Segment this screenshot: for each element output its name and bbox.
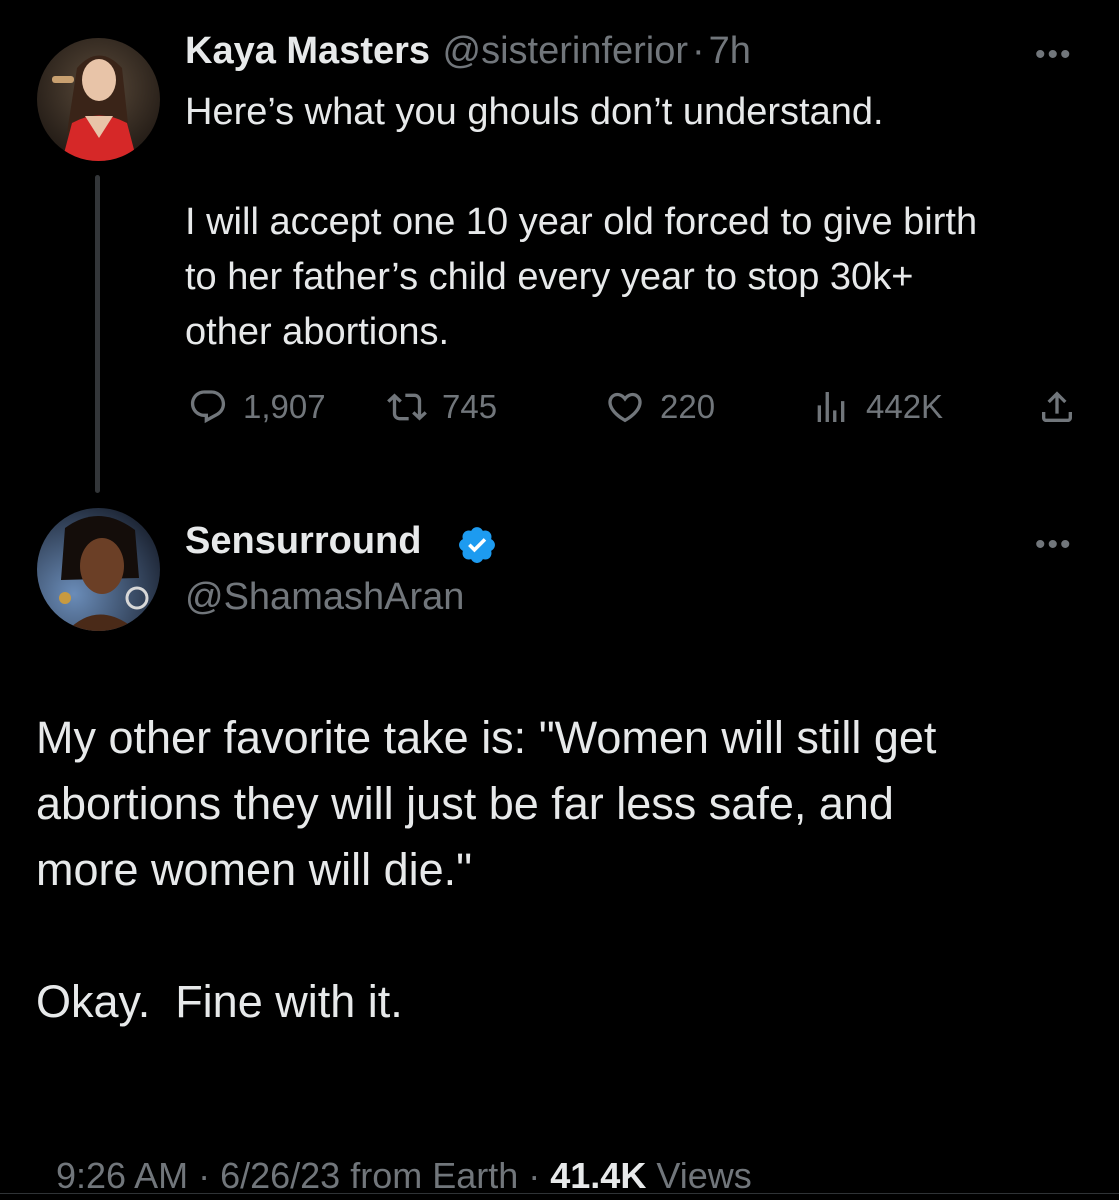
verified-badge-icon[interactable] (456, 524, 498, 566)
author-handle[interactable]: @sisterinferior (443, 30, 689, 72)
timestamp[interactable]: 9:26 AM · 6/26/23 from Earth · (56, 1155, 550, 1196)
retweet-button[interactable]: 745 (386, 387, 497, 427)
author-name[interactable]: Kaya Masters (185, 30, 430, 72)
views-label: Views (646, 1155, 752, 1196)
divider (0, 1193, 1119, 1194)
reply-count: 1,907 (243, 388, 326, 425)
thread-connector-line (95, 175, 100, 493)
share-button[interactable] (1036, 387, 1092, 427)
tweet-time[interactable]: 7h (709, 30, 751, 72)
retweet-count: 745 (442, 388, 498, 425)
like-count: 220 (660, 388, 716, 425)
avatar-sensurround[interactable] (37, 508, 160, 631)
like-button[interactable]: 220 (604, 387, 715, 427)
reply-icon (190, 390, 226, 424)
like-icon (608, 392, 642, 423)
share-icon (1042, 391, 1072, 422)
more-options-button[interactable]: ••• (1035, 528, 1073, 562)
reply-button[interactable]: 1,907 (187, 387, 326, 427)
views-icon (817, 392, 845, 422)
views-count[interactable]: 41.4K (550, 1155, 646, 1196)
avatar-kaya-masters[interactable] (37, 38, 160, 161)
views-count: 442K (866, 388, 944, 425)
more-options-button[interactable]: ••• (1035, 38, 1073, 72)
separator-dot: · (692, 30, 705, 72)
tweet-metadata: 9:26 AM · 6/26/23 from Earth · 41.4K Vie… (36, 1113, 752, 1197)
author-name[interactable]: Sensurround (185, 520, 421, 563)
tweet-text: Here’s what you ghouls don’t understand.… (185, 91, 978, 353)
views-button[interactable]: 442K (810, 387, 943, 427)
author-handle[interactable]: @ShamashAran (185, 576, 464, 619)
retweet-icon (387, 393, 427, 421)
tweet-text: My other favorite take is: "Women will s… (36, 712, 937, 1027)
